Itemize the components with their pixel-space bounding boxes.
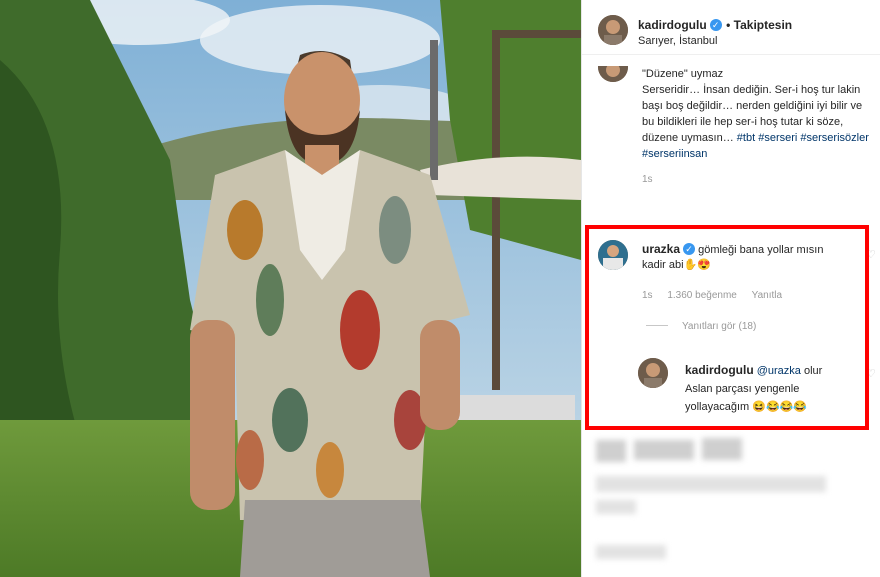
hashtag[interactable]: #serserisözler <box>800 132 868 144</box>
blurred-content <box>702 438 742 460</box>
hashtag[interactable]: #serseriinsan <box>642 148 707 160</box>
avatar[interactable] <box>598 15 628 45</box>
post-photo <box>0 0 581 577</box>
follow-status[interactable]: • Takiptesin <box>726 18 792 32</box>
verified-icon: ✓ <box>709 19 722 31</box>
post-location[interactable]: Sarıyer, İstanbul <box>638 35 718 47</box>
caption-title: "Düzene" uymaz <box>642 68 724 80</box>
hashtag[interactable]: #serseri <box>758 132 797 144</box>
post-username[interactable]: kadirdogulu <box>638 18 707 32</box>
blurred-content <box>596 476 826 492</box>
caption-avatar[interactable] <box>598 66 628 82</box>
blurred-content <box>596 500 636 514</box>
blurred-content <box>596 545 666 559</box>
caption-time[interactable]: 1s <box>642 172 874 188</box>
blurred-content <box>634 440 694 460</box>
post-caption: "Düzene" uymaz Serseridir… İnsan dediğin… <box>642 66 874 188</box>
hashtag[interactable]: #tbt <box>737 132 755 144</box>
blurred-content <box>596 440 626 462</box>
highlight-box <box>585 225 869 430</box>
post-header: kadirdogulu ✓ • Takiptesin Sarıyer, İstan… <box>582 0 880 55</box>
